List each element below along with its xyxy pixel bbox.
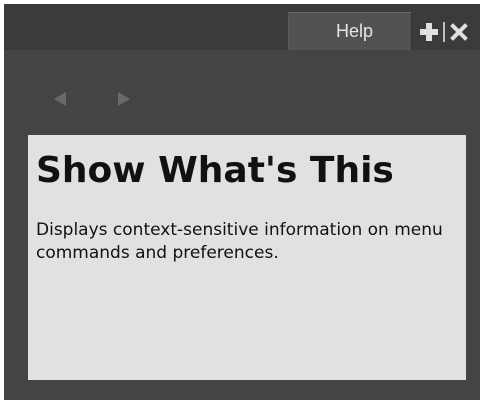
close-icon[interactable]: [450, 23, 468, 41]
right-triangle-icon: [118, 92, 130, 106]
forward-button[interactable]: [104, 88, 144, 110]
help-panel: Help Show What's This Displays context-s…: [4, 4, 480, 400]
tab-actions: [418, 20, 468, 44]
help-description: Displays context-sensitive information o…: [36, 220, 443, 263]
navigation-controls: [40, 88, 144, 110]
divider-icon: [443, 22, 445, 42]
plus-icon[interactable]: [418, 21, 440, 43]
page-title: Show What's This: [36, 150, 394, 191]
left-triangle-icon: [54, 92, 66, 106]
tab-help[interactable]: Help: [288, 12, 412, 50]
back-button[interactable]: [40, 88, 80, 110]
help-content: Show What's This Displays context-sensit…: [28, 135, 466, 380]
tab-bar: Help: [4, 4, 480, 50]
